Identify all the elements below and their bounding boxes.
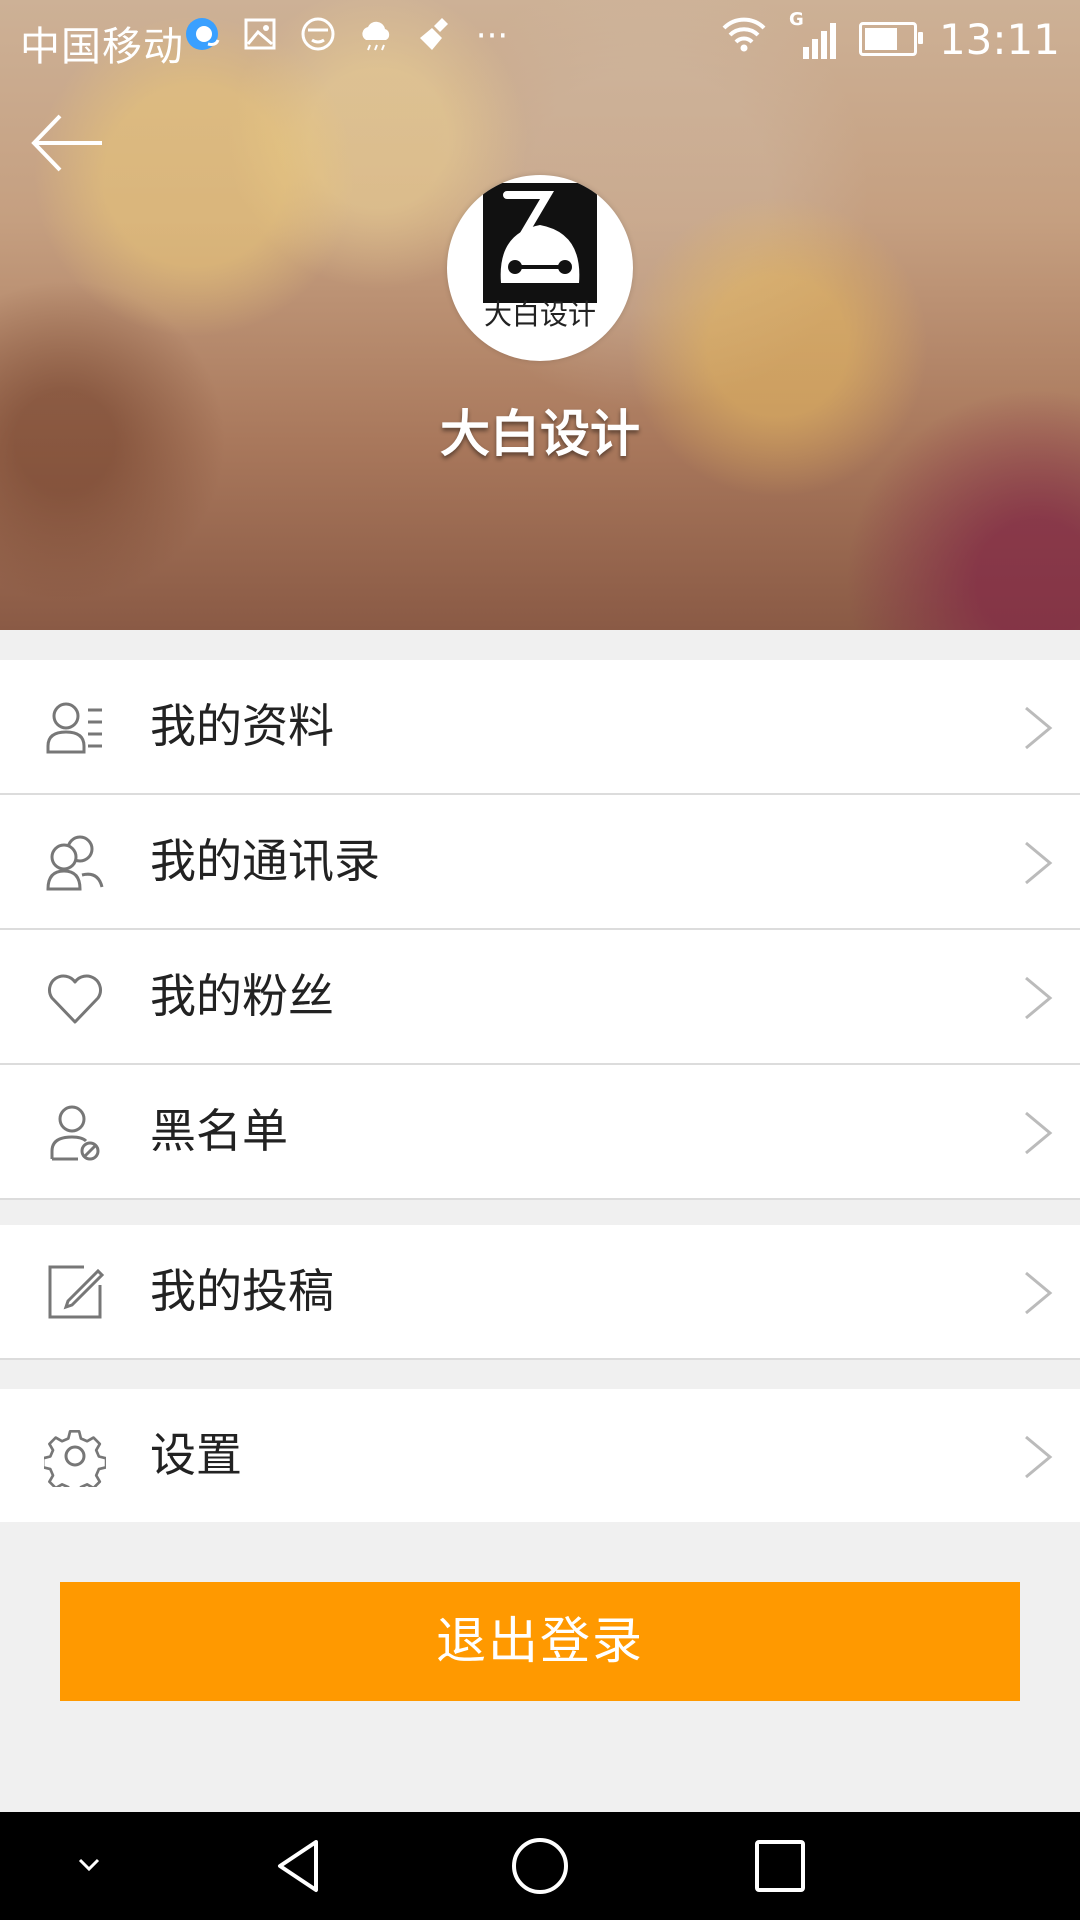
menu-label-contacts: 我的通讯录 [150, 834, 380, 888]
cloud-icon [356, 14, 396, 58]
menu-group-settings: 设置 [0, 1389, 1080, 1522]
wifi-icon [721, 14, 767, 64]
clean-icon [414, 14, 454, 58]
avatar-text: 大白设计 [483, 298, 596, 331]
home-circle-icon [512, 1838, 568, 1894]
menu-item-profile[interactable]: 我的资料 [0, 660, 1080, 795]
contacts-icon [46, 835, 104, 891]
menu-item-blacklist[interactable]: 黑名单 [0, 1065, 1080, 1200]
status-bar: 中国移动 ··· G 13:11 [0, 0, 1080, 80]
chevron-down-icon [78, 1858, 100, 1872]
hide-nav-button[interactable] [54, 1836, 124, 1896]
menu-label-settings: 设置 [150, 1428, 242, 1482]
nav-home-button[interactable] [505, 1836, 575, 1896]
blacklist-icon [50, 1105, 100, 1161]
recents-square-icon [755, 1840, 805, 1892]
menu-item-fans[interactable]: 我的粉丝 [0, 930, 1080, 1065]
logout-button[interactable]: 退出登录 [60, 1582, 1020, 1701]
menu-label-fans: 我的粉丝 [150, 969, 334, 1023]
system-status: G 13:11 [721, 9, 1060, 64]
avatar[interactable]: 大白设计 [447, 175, 633, 361]
back-triangle-icon [278, 1840, 318, 1892]
chevron-right-icon [1025, 1435, 1053, 1479]
menu-label-blacklist: 黑名单 [150, 1104, 288, 1158]
notification-icons: ··· [182, 14, 512, 58]
face-icon [298, 14, 338, 58]
chevron-right-icon [1025, 976, 1053, 1020]
avatar-logo-icon [483, 183, 597, 303]
back-arrow-icon [31, 114, 102, 172]
gear-icon [44, 1429, 106, 1487]
profile-header: 中国移动 ··· G 13:11 大白设计 大白设计 [0, 0, 1080, 630]
carrier-name: 中国移动 [20, 24, 184, 70]
edit-icon [48, 1265, 105, 1319]
chevron-right-icon [1025, 706, 1053, 750]
clock: 13:11 [938, 14, 1060, 64]
menu-label-submissions: 我的投稿 [150, 1264, 334, 1318]
nav-back-button[interactable] [264, 1836, 334, 1896]
battery-icon [858, 22, 923, 56]
menu-label-profile: 我的资料 [150, 699, 334, 753]
system-nav-bar [0, 1812, 1080, 1920]
nav-recents-button[interactable] [745, 1836, 815, 1896]
chevron-right-icon [1025, 1271, 1053, 1315]
menu-item-contacts[interactable]: 我的通讯录 [0, 795, 1080, 930]
chevron-right-icon [1025, 1111, 1053, 1155]
menu-group-account: 我的资料 我的通讯录 我的粉丝 黑名单 [0, 660, 1080, 1200]
menu-item-settings[interactable]: 设置 [0, 1389, 1080, 1522]
back-button[interactable] [28, 108, 108, 178]
more-icon: ··· [475, 16, 509, 56]
browser-icon [182, 14, 222, 58]
heart-icon [47, 974, 103, 1024]
profile-icon [46, 702, 102, 754]
signal-icon: G [789, 9, 837, 61]
menu-group-contribution: 我的投稿 [0, 1225, 1080, 1360]
menu-item-submissions[interactable]: 我的投稿 [0, 1225, 1080, 1360]
profile-name: 大白设计 [440, 405, 640, 463]
gallery-icon [240, 14, 280, 58]
chevron-right-icon [1025, 841, 1053, 885]
